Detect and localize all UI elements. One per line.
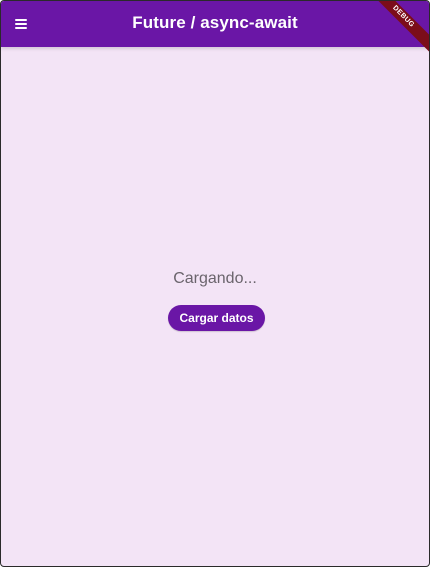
- load-data-button[interactable]: Cargar datos: [168, 305, 265, 331]
- page-title: Future / async-await: [132, 13, 298, 32]
- main-content: Cargando... Cargar datos: [1, 47, 429, 566]
- device-frame: Future / async-await DEBUG Cargando... C…: [0, 0, 430, 567]
- app-bar: Future / async-await DEBUG: [1, 1, 429, 57]
- loading-status-text: Cargando...: [173, 270, 257, 287]
